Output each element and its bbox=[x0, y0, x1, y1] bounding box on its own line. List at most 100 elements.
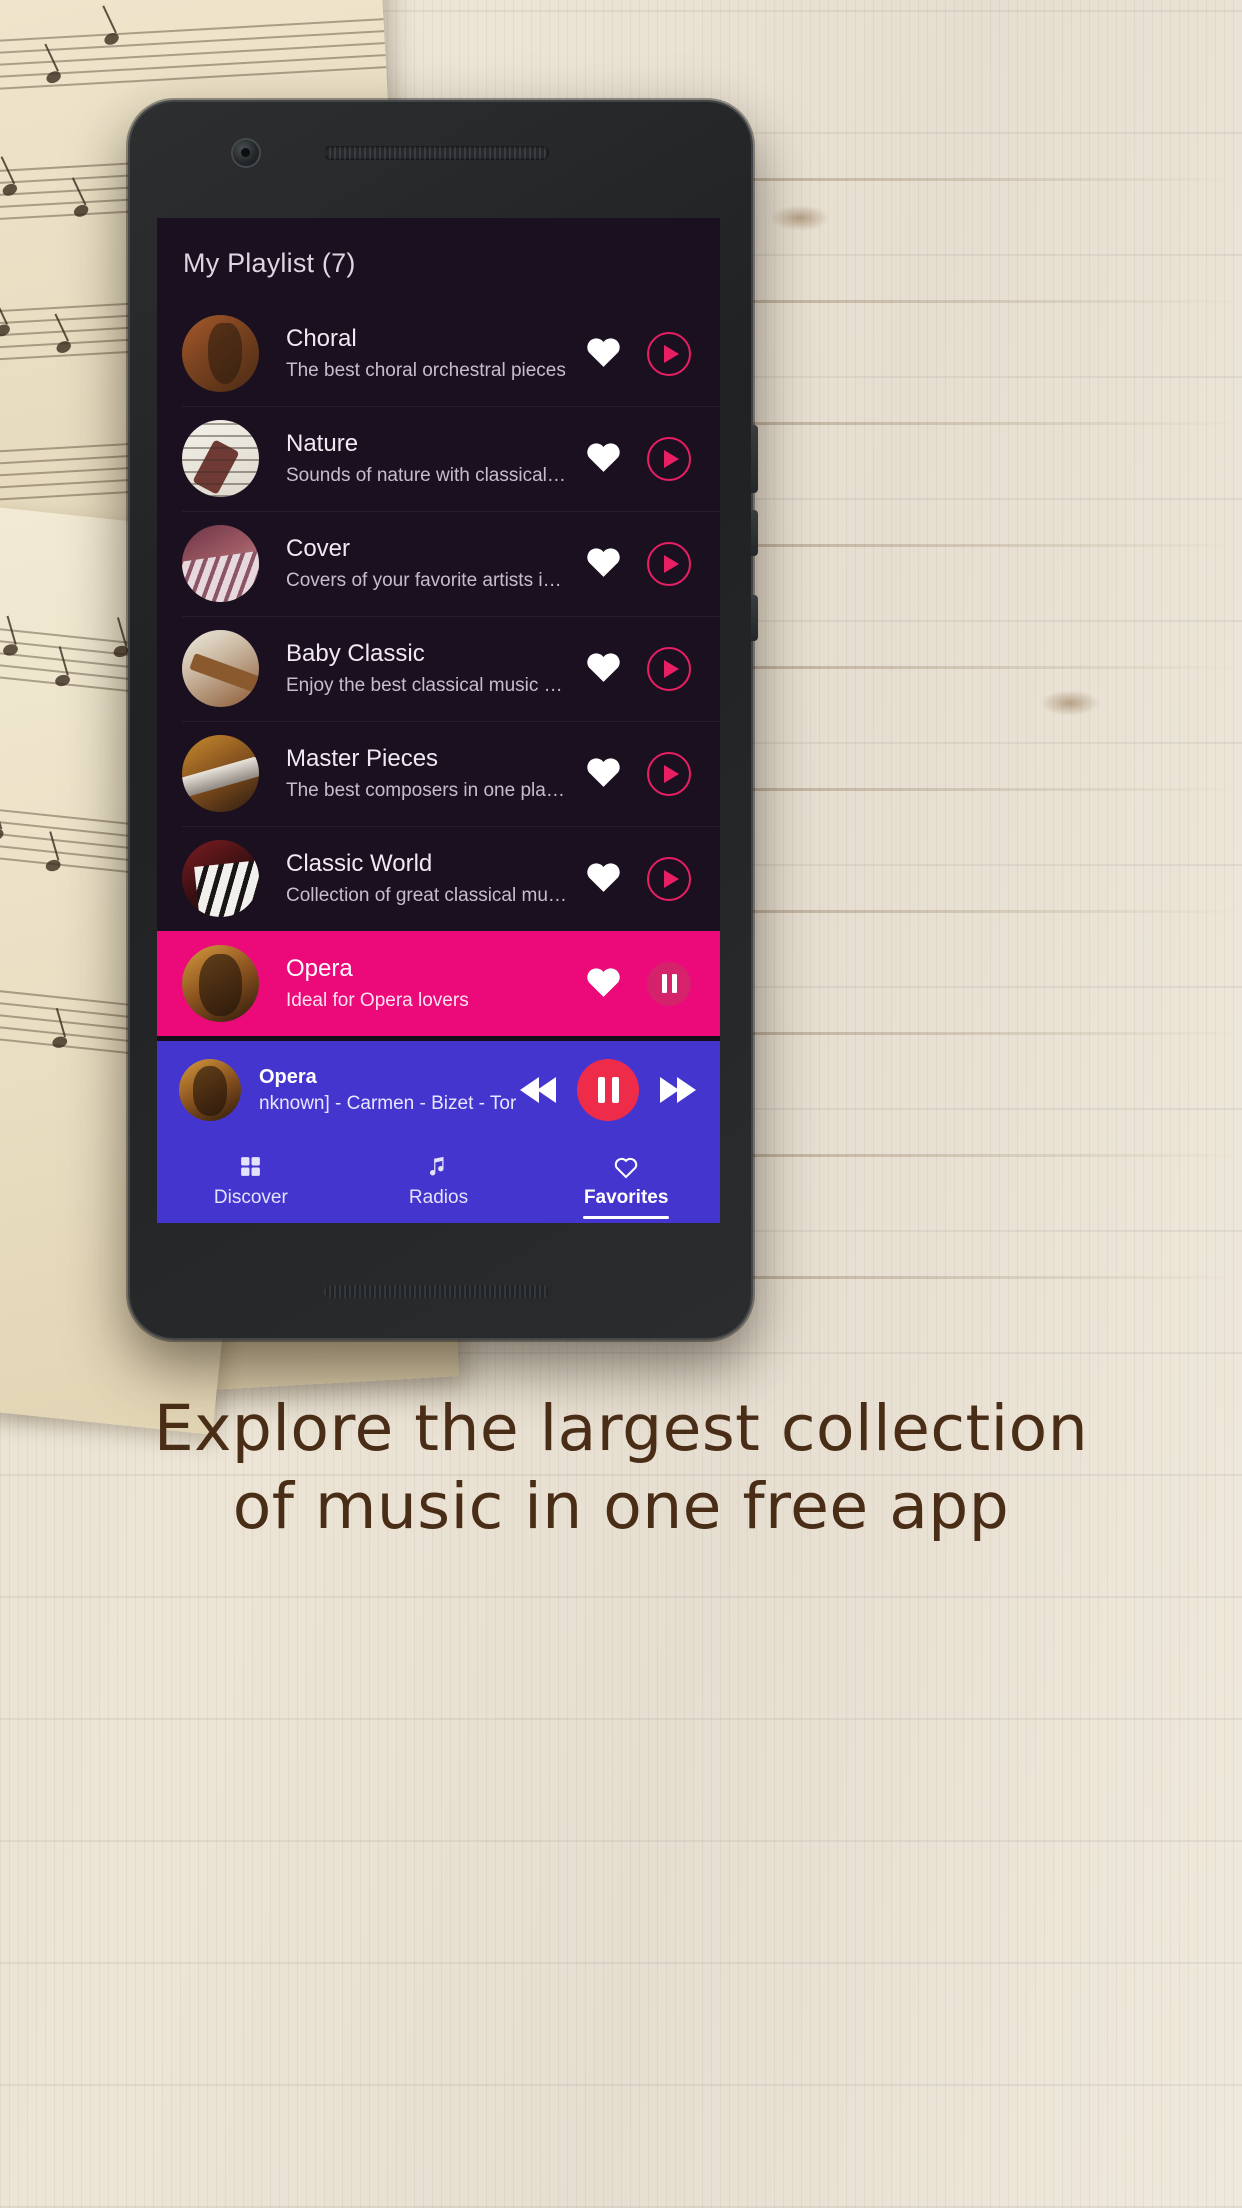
playlist-artwork bbox=[182, 525, 259, 602]
pause-bar bbox=[611, 1077, 619, 1103]
heart-icon[interactable] bbox=[570, 754, 636, 793]
playlist-list: Choral The best choral orchestral pieces N… bbox=[157, 301, 720, 1036]
playlist-name: Cover bbox=[286, 535, 351, 563]
pause-bar bbox=[597, 1077, 605, 1103]
play-icon-button[interactable] bbox=[636, 856, 702, 901]
playlist-meta: Master Pieces The best composers in one p… bbox=[259, 745, 570, 801]
heart-icon[interactable] bbox=[570, 649, 636, 688]
play-icon-button[interactable] bbox=[636, 751, 702, 796]
table-row[interactable]: Choral The best choral orchestral pieces bbox=[157, 301, 720, 406]
page-title: My Playlist (7) bbox=[183, 248, 356, 278]
play-icon bbox=[647, 331, 691, 376]
play-icon-button[interactable] bbox=[636, 541, 702, 586]
rewind-icon[interactable] bbox=[516, 1070, 560, 1110]
playlist-name: Nature bbox=[286, 430, 359, 458]
play-icon bbox=[647, 541, 691, 586]
playlist-actions bbox=[570, 331, 720, 376]
heart-icon[interactable] bbox=[570, 859, 636, 898]
playlist-actions bbox=[570, 751, 720, 796]
pause-icon bbox=[647, 961, 691, 1006]
music-note-icon bbox=[426, 1154, 451, 1180]
playlist-description: Collection of great classical music bbox=[286, 884, 570, 906]
playlist-description: Ideal for Opera lovers bbox=[286, 989, 469, 1011]
wood-knot bbox=[770, 205, 830, 231]
nav-item-discover[interactable]: Discover bbox=[157, 1139, 345, 1223]
play-icon bbox=[647, 751, 691, 796]
playlist-description: The best composers in one place. bbox=[286, 779, 570, 801]
playlist-name: Opera bbox=[286, 955, 353, 983]
fast-forward-icon[interactable] bbox=[656, 1070, 700, 1110]
nav-item-label: Radios bbox=[408, 1186, 469, 1208]
grid-icon bbox=[238, 1154, 263, 1180]
nav-item-favorites[interactable]: Favorites bbox=[532, 1139, 720, 1223]
playlist-name: Choral bbox=[286, 325, 357, 353]
playlist-artwork bbox=[182, 735, 259, 812]
playlist-description: The best choral orchestral pieces bbox=[286, 359, 566, 381]
table-row[interactable]: Cover Covers of your favorite artists in … bbox=[157, 511, 720, 616]
pause-icon-button[interactable] bbox=[636, 961, 702, 1006]
playlist-actions bbox=[570, 646, 720, 691]
heart-icon[interactable] bbox=[570, 544, 636, 583]
playlist-name: Master Pieces bbox=[286, 745, 439, 773]
caption-line-1: Explore the largest collection bbox=[153, 1392, 1089, 1465]
playlist-meta: Baby Classic Enjoy the best classical mus… bbox=[259, 640, 570, 696]
app-screen: My Playlist (7) Choral The best choral or… bbox=[157, 218, 720, 1223]
nav-item-label: Favorites bbox=[583, 1186, 669, 1208]
playlist-actions bbox=[570, 541, 720, 586]
play-icon-button[interactable] bbox=[636, 646, 702, 691]
table-row[interactable]: Master Pieces The best composers in one p… bbox=[157, 721, 720, 826]
heart-icon[interactable] bbox=[570, 334, 636, 373]
now-playing-artwork bbox=[179, 1059, 241, 1121]
now-playing-meta: Opera nknown] - Carmen - Bizet - Toréa bbox=[241, 1066, 516, 1115]
playlist-artwork bbox=[182, 630, 259, 707]
playlist-name: Classic World bbox=[286, 850, 433, 878]
caption-line-2: of music in one free app bbox=[232, 1470, 1010, 1544]
earpiece-speaker bbox=[324, 146, 549, 160]
playlist-row-active[interactable]: Opera Ideal for Opera lovers bbox=[157, 931, 720, 1036]
player-controls bbox=[516, 1059, 700, 1121]
playlist-artwork bbox=[182, 420, 259, 497]
play-icon-button[interactable] bbox=[636, 436, 702, 481]
playlist-meta: Cover Covers of your favorite artists in … bbox=[259, 535, 570, 591]
promo-caption: Explore the largest collection of music … bbox=[0, 1390, 1242, 1546]
heart-icon[interactable] bbox=[570, 964, 636, 1003]
play-icon bbox=[647, 646, 691, 691]
playlist-meta: Choral The best choral orchestral pieces bbox=[259, 325, 570, 381]
nav-item-label: Discover bbox=[213, 1186, 288, 1208]
play-icon-button[interactable] bbox=[636, 331, 702, 376]
heart-icon[interactable] bbox=[570, 439, 636, 478]
playlist-description: Sounds of nature with classical music i… bbox=[286, 464, 570, 486]
wood-knot bbox=[1040, 690, 1100, 716]
playlist-artwork bbox=[182, 945, 259, 1022]
bottom-navigation: Discover Radios Favorites bbox=[157, 1139, 720, 1223]
playlist-name: Baby Classic bbox=[286, 640, 425, 668]
playlist-meta: Nature Sounds of nature with classical mu… bbox=[259, 430, 570, 486]
table-row[interactable]: Classic World Collection of great classic… bbox=[157, 826, 720, 931]
playlist-actions bbox=[570, 961, 720, 1006]
volume-button[interactable] bbox=[751, 425, 758, 493]
front-camera-icon bbox=[233, 140, 259, 166]
playlist-artwork bbox=[182, 315, 259, 392]
playlist-artwork bbox=[182, 840, 259, 917]
play-icon bbox=[647, 856, 691, 901]
pause-button[interactable] bbox=[577, 1059, 639, 1121]
playlist-actions bbox=[570, 436, 720, 481]
nav-item-radios[interactable]: Radios bbox=[345, 1139, 533, 1223]
playlist-meta: Opera Ideal for Opera lovers bbox=[259, 955, 570, 1011]
power-button[interactable] bbox=[751, 510, 758, 556]
bottom-speaker bbox=[324, 1285, 549, 1298]
table-row[interactable]: Baby Classic Enjoy the best classical mus… bbox=[157, 616, 720, 721]
heart-outline-icon bbox=[613, 1154, 639, 1180]
phone-device-mockup: My Playlist (7) Choral The best choral or… bbox=[128, 100, 758, 1340]
table-row[interactable]: Nature Sounds of nature with classical mu… bbox=[157, 406, 720, 511]
playlist-meta: Classic World Collection of great classic… bbox=[259, 850, 570, 906]
playlist-actions bbox=[570, 856, 720, 901]
now-playing-subtitle: nknown] - Carmen - Bizet - Toréa bbox=[259, 1092, 516, 1114]
playlist-description: Enjoy the best classical music with your… bbox=[286, 674, 570, 696]
side-button[interactable] bbox=[751, 595, 758, 641]
playlist-description: Covers of your favorite artists in acous… bbox=[286, 569, 570, 591]
now-playing-title: Opera bbox=[259, 1065, 317, 1088]
play-icon bbox=[647, 436, 691, 481]
screen-header: My Playlist (7) bbox=[157, 218, 720, 301]
now-playing-bar[interactable]: Opera nknown] - Carmen - Bizet - Toréa bbox=[157, 1041, 720, 1139]
